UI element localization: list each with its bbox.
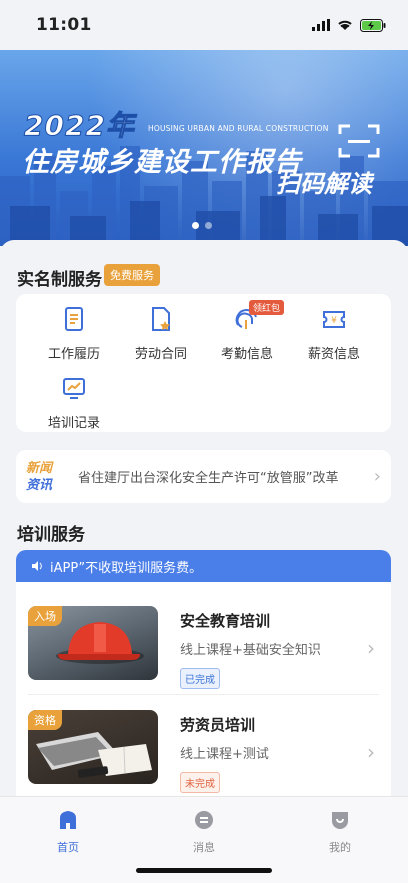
tab-label: 消息	[193, 841, 215, 854]
chevron-right-icon: ›	[367, 636, 375, 660]
tab-home[interactable]: 首页	[28, 809, 108, 855]
tab-messages[interactable]: 消息	[164, 809, 244, 855]
home-indicator	[136, 868, 272, 873]
laptop-notebook-image: 资格	[28, 710, 158, 784]
service-salary[interactable]: ¥ 薪资信息	[290, 305, 378, 362]
chevron-right-icon: ›	[373, 466, 381, 487]
contract-icon	[152, 307, 170, 331]
banner[interactable]: 2022年 HOUSING URBAN AND RURAL CONSTRUCTI…	[0, 50, 408, 246]
scan-frame-icon	[338, 124, 380, 158]
news-headline: 省住建厅出台深化安全生产许可“放管服”改革	[78, 471, 339, 486]
news-logo: 新闻 资讯	[26, 460, 66, 494]
red-packet-tag: 领红包	[249, 300, 285, 315]
helmet-image: 入场	[28, 606, 158, 680]
banner-title: 住房城乡建设工作报告	[22, 147, 302, 178]
signal-icon	[312, 19, 330, 31]
salary-icon: ¥	[323, 311, 345, 328]
tab-label: 我的	[329, 841, 351, 854]
course-desc: 线上课程+测试	[180, 747, 269, 762]
page-dot-active	[192, 222, 199, 229]
free-service-badge: 免费服务	[104, 264, 160, 286]
status-time: 11:01	[36, 15, 92, 35]
news-logo-bottom: 资讯	[26, 477, 53, 493]
service-label: 劳动合同	[134, 347, 187, 362]
svg-text:¥: ¥	[331, 316, 337, 326]
wifi-icon	[338, 20, 352, 30]
tab-label: 首页	[57, 841, 79, 854]
course-item-labor[interactable]: 资格 劳资员培训 线上课程+测试 未完成 ›	[28, 710, 379, 808]
course-desc: 线上课程+基础安全知识	[180, 643, 321, 658]
status-icons	[312, 18, 386, 32]
training-section-title: 培训服务	[17, 525, 85, 545]
training-notice-text: iAPP”不收取培训服务费。	[50, 560, 203, 576]
chart-screen-icon	[63, 378, 85, 399]
service-labor-contract[interactable]: 劳动合同	[117, 305, 205, 362]
news-ticker[interactable]: 新闻 资讯 省住建厅出台深化安全生产许可“放管服”改革 ›	[16, 450, 391, 503]
training-list: 入场 安全教育培训 线上课程+基础安全知识 已完成 › 资格 劳资员培训 线上课…	[16, 582, 391, 802]
course-title: 劳资员培训	[180, 716, 256, 734]
home-icon	[60, 811, 76, 829]
page-dot	[205, 222, 212, 229]
message-icon	[195, 811, 213, 829]
service-work-history[interactable]: 工作履历	[30, 305, 118, 362]
speaker-icon	[32, 561, 42, 571]
course-item-safety[interactable]: 入场 安全教育培训 线上课程+基础安全知识 已完成 ›	[28, 606, 379, 704]
service-label: 培训记录	[47, 416, 100, 431]
course-status: 未完成	[180, 772, 220, 793]
course-title: 安全教育培训	[180, 612, 271, 630]
banner-pagination	[192, 222, 212, 229]
realname-section-title: 实名制服务	[17, 270, 102, 290]
course-tag: 资格	[28, 710, 62, 730]
status-bar: 11:01	[0, 0, 408, 50]
battery-charging-icon	[360, 18, 386, 32]
training-notice: iAPP”不收取培训服务费。	[16, 550, 391, 582]
course-tag: 入场	[28, 606, 62, 626]
divider	[28, 694, 379, 695]
course-status: 已完成	[180, 668, 220, 689]
document-icon	[65, 307, 83, 331]
profile-icon	[332, 812, 348, 829]
tab-profile[interactable]: 我的	[300, 809, 380, 855]
service-label: 考勤信息	[220, 347, 273, 362]
service-label: 薪资信息	[307, 347, 360, 362]
banner-year: 2022年	[24, 109, 135, 143]
chevron-right-icon: ›	[367, 740, 375, 764]
news-logo-top: 新闻	[26, 460, 53, 476]
banner-scan-text: 扫码解读	[276, 170, 372, 198]
service-label: 工作履历	[47, 347, 100, 362]
banner-english: HOUSING URBAN AND RURAL CONSTRUCTION	[148, 124, 329, 133]
service-training-record[interactable]: 培训记录	[30, 374, 118, 431]
